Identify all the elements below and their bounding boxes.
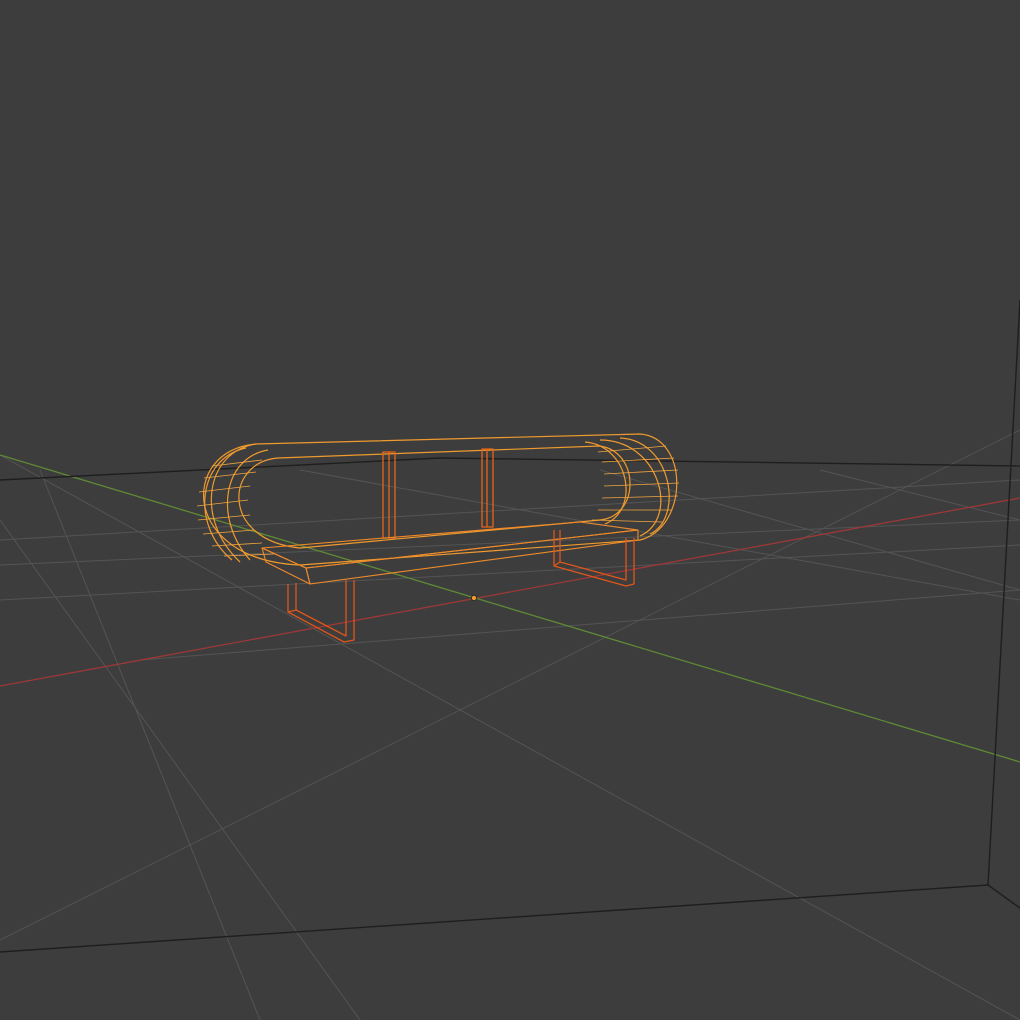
grid-line bbox=[0, 519, 361, 1020]
floor-grid bbox=[0, 429, 1020, 1020]
viewport-canvas[interactable] bbox=[0, 0, 1020, 1020]
room-edge bbox=[0, 884, 989, 953]
rib-line bbox=[591, 519, 663, 523]
grid-line bbox=[819, 469, 1020, 521]
right-arm-ribbing bbox=[591, 445, 680, 523]
grid-line bbox=[0, 429, 1020, 941]
room-edge bbox=[439, 457, 1020, 467]
object-origin-dot[interactable] bbox=[470, 595, 477, 602]
right-arm-rib bbox=[619, 437, 670, 535]
leg-edge bbox=[287, 609, 297, 613]
room-edge bbox=[987, 884, 1020, 909]
rib-line bbox=[597, 445, 667, 453]
y-axis-line bbox=[0, 454, 1020, 763]
3d-viewport[interactable] bbox=[0, 0, 1020, 1020]
grid-line bbox=[599, 469, 1020, 591]
grid-line bbox=[39, 469, 261, 1020]
back-supports bbox=[382, 448, 494, 539]
grid-line bbox=[0, 479, 1020, 541]
rib-line bbox=[603, 469, 679, 475]
shell-inner bbox=[238, 445, 631, 549]
rib-line bbox=[211, 542, 263, 547]
seat-slab bbox=[261, 521, 639, 585]
grid-line bbox=[0, 454, 1020, 1020]
room-edges bbox=[0, 299, 1020, 953]
front-left-leg-inner bbox=[295, 580, 347, 637]
leg-edge bbox=[553, 561, 561, 567]
right-arm-rib bbox=[584, 441, 627, 525]
rib-line bbox=[601, 495, 679, 499]
